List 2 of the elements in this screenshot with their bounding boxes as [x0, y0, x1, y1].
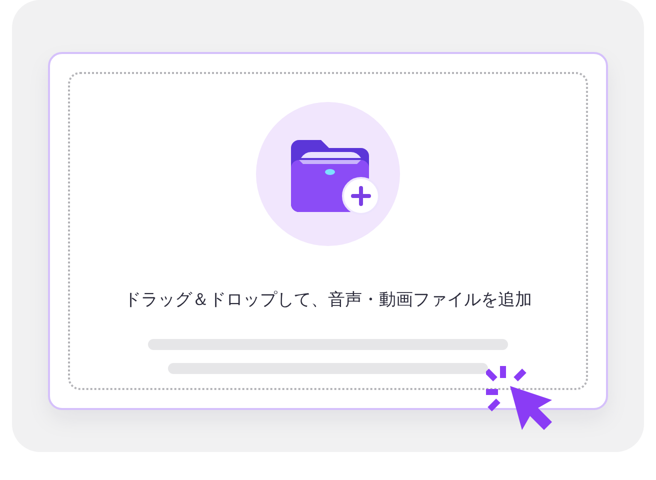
drop-zone[interactable]: ドラッグ＆ドロップして、音声・動画ファイルを追加	[68, 72, 588, 390]
upload-instruction: ドラッグ＆ドロップして、音声・動画ファイルを追加	[124, 289, 532, 311]
